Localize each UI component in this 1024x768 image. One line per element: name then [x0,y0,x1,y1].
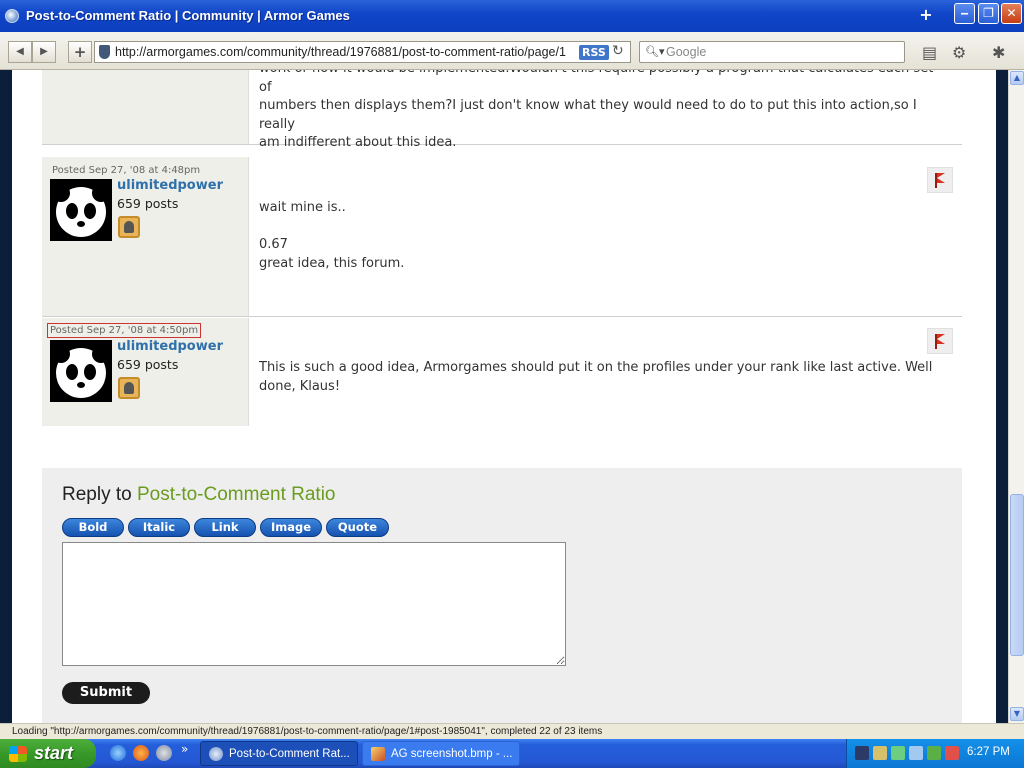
navigation-toolbar: ◀ ▶ + http://armorgames.com/community/th… [0,32,1024,70]
post-timestamp[interactable]: Posted Sep 27, '08 at 4:48pm [50,164,202,177]
taskbar-item-label: AG screenshot.bmp - ... [391,748,513,760]
vertical-scrollbar[interactable]: ▲ ▼ [1008,70,1024,723]
post-sidebar: Posted Sep 27, '08 at 4:50pm ulimitedpow… [42,318,249,426]
page-menu-icon[interactable]: ▤ [922,43,937,62]
post-line: This is such a good idea, Armorgames sho… [259,360,933,375]
close-button[interactable]: ✕ [1001,3,1022,24]
post-sidebar [42,70,249,144]
taskbar-item-label: Post-to-Comment Rat... [229,748,350,760]
search-box[interactable]: 🔍︎▾ Google [639,41,905,63]
maximize-button[interactable]: ❐ [978,3,999,24]
tray-app-icon[interactable] [909,746,923,760]
post-line: wait mine is.. [259,200,346,215]
site-shield-icon [99,45,110,59]
report-flag-icon[interactable] [927,328,953,354]
post-line: done, Klaus! [259,378,341,394]
post-body: work or how it would be implemented.Woul… [259,70,939,153]
image-button[interactable]: Image [260,518,322,537]
new-tab-button[interactable]: + [913,3,939,27]
post-line: numbers then displays them?I just don't … [259,98,917,132]
scrollbar-thumb[interactable] [1010,494,1024,656]
taskbar: start » Post-to-Comment Rat... AG screen… [0,739,1024,768]
debug-icon[interactable]: ✱ [992,43,1005,62]
username-link[interactable]: ulimitedpower [117,339,223,354]
username-link[interactable]: ulimitedpower [117,178,223,193]
browser-quicklaunch-icon[interactable] [156,745,172,761]
paint-task-icon [371,747,385,761]
forum-post: Posted Sep 27, '08 at 4:50pm ulimitedpow… [42,318,962,426]
browser-task-icon [209,747,223,761]
address-bar[interactable]: http://armorgames.com/community/thread/1… [94,41,631,63]
report-flag-icon[interactable] [927,167,953,193]
windows-logo-icon [9,746,27,762]
window-title: Post-to-Comment Ratio | Community | Armo… [26,8,350,23]
minimize-button[interactable]: ‒ [954,3,975,24]
search-placeholder: Google [666,45,707,59]
back-button[interactable]: ◀ [8,41,32,63]
rank-badge-icon [118,377,140,399]
add-bookmark-button[interactable]: + [68,41,92,63]
reply-form: Reply to Post-to-Comment Ratio Bold Ital… [42,468,962,723]
network-icon[interactable] [855,746,869,760]
avatar[interactable] [50,179,112,241]
browser-viewport: work or how it would be implemented.Woul… [0,70,1008,723]
post-count: 659 posts [117,196,179,211]
forum-post: Posted Sep 27, '08 at 4:48pm ulimitedpow… [42,157,962,317]
reply-textarea[interactable] [62,542,566,666]
quote-button[interactable]: Quote [326,518,389,537]
reply-thread-title: Post-to-Comment Ratio [136,484,336,505]
tray-app-icon[interactable] [873,746,887,760]
taskbar-item-paint[interactable]: AG screenshot.bmp - ... [362,741,520,766]
post-line: 0.67 [259,237,288,252]
address-url[interactable]: http://armorgames.com/community/thread/1… [115,45,566,59]
italic-button[interactable]: Italic [128,518,190,537]
post-body: This is such a good idea, Armorgames sho… [259,359,939,396]
post-sidebar: Posted Sep 27, '08 at 4:48pm ulimitedpow… [42,157,249,316]
forum-page: work or how it would be implemented.Woul… [12,70,996,723]
tools-menu-icon[interactable]: ⚙ [952,43,966,62]
post-line: work or how it would be implemented.Woul… [259,70,933,95]
submit-button[interactable]: Submit [62,682,150,704]
forward-button[interactable]: ▶ [32,41,56,63]
volume-icon[interactable] [945,746,959,760]
rss-button[interactable]: RSS [579,45,609,60]
post-line: am indifferent about this idea. [259,135,457,150]
scroll-down-icon[interactable]: ▼ [1010,707,1024,721]
system-tray: 6:27 PM [846,739,1024,768]
tray-app-icon[interactable] [927,746,941,760]
reply-heading: Reply to Post-to-Comment Ratio [62,484,336,506]
start-button[interactable]: start [0,739,96,768]
avatar[interactable] [50,340,112,402]
firefox-icon[interactable] [133,745,149,761]
start-label: start [34,743,74,763]
tray-app-icon[interactable] [891,746,905,760]
link-button[interactable]: Link [194,518,256,537]
post-body: wait mine is.. 0.67 great idea, this for… [259,199,939,273]
reply-prefix: Reply to [62,484,132,505]
post-timestamp[interactable]: Posted Sep 27, '08 at 4:50pm [47,323,202,338]
post-line: great idea, this forum. [259,255,405,271]
forum-post: work or how it would be implemented.Woul… [42,70,962,150]
post-count: 659 posts [117,357,179,372]
search-icon[interactable]: 🔍︎▾ [645,45,665,58]
browser-icon [5,9,19,23]
internet-explorer-icon[interactable] [110,745,126,761]
taskbar-item-browser[interactable]: Post-to-Comment Rat... [200,741,358,766]
rank-badge-icon [118,216,140,238]
post-line [259,218,939,237]
reload-icon[interactable]: ↻ [612,43,624,59]
quicklaunch-more-icon[interactable]: » [181,742,188,756]
scroll-up-icon[interactable]: ▲ [1010,71,1024,85]
bold-button[interactable]: Bold [62,518,124,537]
system-clock[interactable]: 6:27 PM [967,746,1010,758]
window-title-bar: Post-to-Comment Ratio | Community | Armo… [0,0,1024,32]
status-bar: Loading "http://armorgames.com/community… [0,723,1024,739]
